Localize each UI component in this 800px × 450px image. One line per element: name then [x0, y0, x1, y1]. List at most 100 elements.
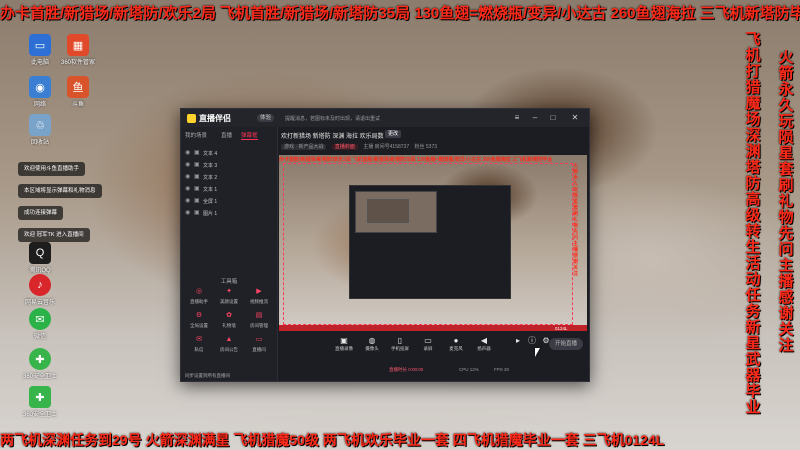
fps-readout: FPS 30 — [494, 367, 510, 372]
vertical-overlay-left: 飞机打猎魔场深渊塔防高级转生活动任务新星武器毕业 — [745, 32, 761, 416]
lock-icon[interactable]: ▣ — [194, 149, 200, 156]
tool-room-notice[interactable]: ▲ 房间公告 — [215, 335, 243, 353]
source-item[interactable]: ◉ ▣ 文本 1 — [185, 185, 273, 194]
mic-icon: ● — [453, 336, 459, 345]
status-bar: 直播时长 0:00:00 CPU 12% FPS 30 — [279, 363, 587, 379]
message-icon: ✉ — [196, 336, 202, 343]
tool-video-stream[interactable]: ▶ 视频推流 — [245, 287, 273, 305]
tool-broadcast-assistant[interactable]: ◎ 直播助手 — [185, 287, 213, 305]
phone-icon: ▯ — [397, 336, 403, 345]
stage-header: 欢打新猎场 新塔防 深渊 海拉 欢乐局数 更改 游戏 · 新产品大战 直播封面 … — [281, 130, 581, 157]
close-icon[interactable]: ✕ — [569, 112, 581, 124]
tab-live[interactable]: 直播 — [221, 131, 232, 139]
lock-icon[interactable]: ▣ — [194, 197, 200, 204]
lock-icon[interactable]: ▣ — [194, 161, 200, 168]
security-icon: ✚ — [29, 348, 51, 370]
broadcast-icon: ◎ — [195, 288, 203, 295]
live-streaming-app-window: 直播伴侣 体验 提醒消息，若图标未及时出现，请退出重试 ≡ – □ ✕ 我的场景… — [180, 108, 590, 382]
logo-icon — [187, 114, 196, 124]
eye-icon[interactable]: ◉ — [185, 161, 190, 168]
desktop-icon-360-security-2[interactable]: ✚ 360安全卫士 — [10, 386, 70, 418]
tv-icon: ▭ — [255, 336, 263, 343]
maximize-icon[interactable]: □ — [547, 112, 559, 124]
stream-meta: 游戏 · 新产品大战 直播封面 主播 房间号4158737 粉丝 5373 — [281, 143, 437, 150]
tool-beauty[interactable]: ✦ 美颜设置 — [215, 287, 243, 305]
desktop-icon-wechat[interactable]: ✉ 微信 — [10, 308, 70, 340]
notification-item: 成功连接弹幕 — [18, 206, 64, 220]
live-duration: 直播时长 0:00:00 — [389, 367, 424, 372]
screen-record-button[interactable]: ▭ 录屏 — [415, 335, 441, 352]
gift-icon: ✿ — [226, 312, 232, 319]
cpu-usage: CPU 12% — [459, 367, 479, 372]
tool-private-message[interactable]: ✉ 私信 — [185, 335, 213, 353]
follower-count: 粉丝 5373 — [414, 144, 438, 150]
room-info: 主播 房间号4158737 — [363, 144, 410, 150]
security-icon: ✚ — [29, 386, 51, 408]
scene-tabs: 我的场景 直播 弹幕框 — [185, 131, 273, 143]
notification-item: 欢迎 冠军TK 进入直播间 — [18, 228, 90, 242]
toolbox-title: 工具箱 — [220, 279, 238, 285]
tab-my-scenes[interactable]: 我的场景 — [185, 131, 207, 139]
source-item[interactable]: ◉ ▣ 文本 3 — [185, 161, 273, 170]
source-selection-frame[interactable] — [283, 163, 573, 325]
top-overlay-ticker: 办卡首胜/新猎场/新塔防/欢乐2局 飞机首胜/新猎场/新塔防35局 130鱼翅=… — [0, 5, 800, 22]
tool-room-management[interactable]: ▤ 房间管理 — [245, 311, 273, 329]
eye-icon[interactable]: ◉ — [185, 197, 190, 204]
preview-vertical-text: 火箭永久玩陨星套刷礼物先问主播感谢关注 — [573, 163, 579, 277]
desktop-icon-360-security[interactable]: ✚ 360安全卫士 — [10, 348, 70, 380]
app-titlebar[interactable]: 直播伴侣 体验 提醒消息，若图标未及时出现，请退出重试 ≡ – □ ✕ — [181, 109, 589, 127]
lock-icon[interactable]: ▣ — [194, 185, 200, 192]
mouse-cursor-icon — [535, 348, 540, 357]
desktop-icon-360-manager[interactable]: ▦ 360软件管家 — [48, 34, 108, 66]
speaker-icon: ◀ — [480, 336, 488, 345]
source-item[interactable]: ◉ ▣ 文本 4 — [185, 149, 273, 158]
eye-icon[interactable]: ◉ — [185, 149, 190, 156]
sync-settings-link[interactable]: 同步设置到所有直播间 — [185, 373, 230, 379]
preview-ticker: 办卡首胜/新猎场/新塔防/欢乐2局 飞机首胜/新猎场/新塔防35局 130鱼翅=… — [279, 157, 553, 163]
stream-controls: ▣ 直播录像 ◍ 摄像头 ▯ 手机投屏 ▭ 录屏 ● 麦克风 ◀ 扬声器 ▸ ⓘ ⚙ 开始直… — [279, 331, 587, 361]
camera-button[interactable]: ◍ 摄像头 — [359, 335, 385, 352]
eye-icon[interactable]: ◉ — [185, 209, 190, 216]
speaker-button[interactable]: ◀ 扬声器 — [471, 335, 497, 352]
microphone-button[interactable]: ● 麦克风 — [443, 335, 469, 352]
eye-icon[interactable]: ◉ — [185, 173, 190, 180]
qq-icon: Q — [29, 242, 51, 264]
category-chip[interactable]: 游戏 · 新产品大战 — [281, 144, 327, 150]
tool-gift-wall[interactable]: ✿ 礼物墙 — [215, 311, 243, 329]
vertical-overlay-right: 火箭永久玩陨星套刷礼物先问主播感谢关注 — [778, 50, 794, 354]
beauty-icon: ✦ — [226, 288, 232, 295]
tool-live-room[interactable]: ▭ 直播间 — [245, 335, 273, 353]
lock-icon[interactable]: ▣ — [194, 173, 200, 180]
music-icon: ♪ — [29, 274, 51, 296]
stream-preview[interactable]: 办卡首胜/新猎场/新塔防/欢乐2局 飞机首胜/新猎场/新塔防35局 130鱼翅=… — [279, 155, 587, 331]
cover-chip[interactable]: 直播封面 — [331, 144, 358, 150]
desktop-icon-recycle-bin[interactable]: ♲ 回收站 — [10, 114, 70, 146]
minimize-icon[interactable]: – — [529, 112, 541, 124]
source-item[interactable]: ◉ ▣ 图片 1 — [185, 209, 273, 218]
source-item[interactable]: ◉ ▣ 文本 2 — [185, 173, 273, 182]
start-live-button[interactable]: 开始直播 — [549, 338, 583, 350]
record-icon: ▣ — [340, 336, 348, 345]
tab-danmaku[interactable]: 弹幕框 — [241, 131, 258, 140]
screen-icon: ▭ — [424, 336, 432, 345]
desktop-icon-douyu[interactable]: 鱼 斗鱼 — [48, 76, 108, 108]
lock-icon[interactable]: ▣ — [194, 209, 200, 216]
tool-global-settings[interactable]: ⚙ 全局设置 — [185, 311, 213, 329]
app-logo: 直播伴侣 — [187, 113, 231, 124]
record-button[interactable]: ▣ 直播录像 — [331, 335, 357, 352]
wechat-icon: ✉ — [29, 308, 51, 330]
room-icon: ▤ — [255, 312, 263, 319]
desktop-icon-music[interactable]: ♪ 网易云音乐 — [10, 274, 70, 306]
notice-icon: ▲ — [225, 336, 233, 343]
source-item[interactable]: ◉ ▣ 全屏 1 — [185, 197, 273, 206]
edit-title-button[interactable]: 更改 — [385, 130, 402, 138]
menu-icon[interactable]: ≡ — [511, 112, 523, 124]
phone-cast-button[interactable]: ▯ 手机投屏 — [387, 335, 413, 352]
eye-icon[interactable]: ◉ — [185, 185, 190, 192]
notification-item: 本区域将显示弹幕和礼物消息 — [18, 184, 102, 198]
douyu-icon: 鱼 — [67, 76, 89, 98]
version-badge[interactable]: 体验 — [257, 114, 275, 122]
camera-icon: ◍ — [368, 336, 376, 345]
desktop-icon-qq[interactable]: Q 腾讯QQ — [10, 242, 70, 274]
scene-panel: 我的场景 直播 弹幕框 ◉ ▣ 文本 4 ◉ ▣ 文本 3 ◉ ▣ 文本 2 ◉ ▣ 文本 1 … — [181, 127, 278, 381]
